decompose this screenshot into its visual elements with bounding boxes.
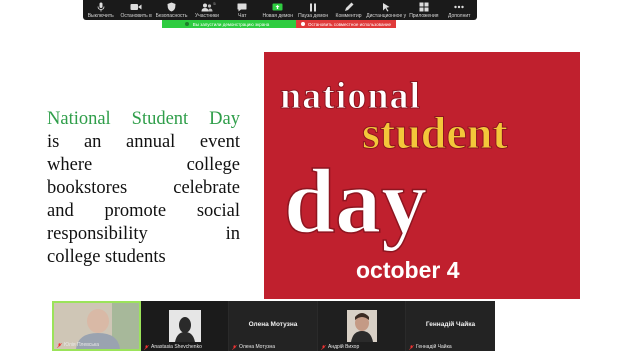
remote-control-button[interactable]: Дистанционное у xyxy=(366,0,406,20)
participant-tile[interactable]: Anastasia Shevchenko xyxy=(141,301,229,351)
stop-share-label: Остановить совместное использование xyxy=(307,21,392,27)
participant-tile[interactable]: Олена Мотузна Олена Мотузна xyxy=(229,301,318,351)
chat-button[interactable]: Чат xyxy=(225,0,260,20)
zoom-screen-share: Выключить Остановить в Безопасность 5 Уч… xyxy=(0,0,624,351)
mic-muted-icon xyxy=(409,344,414,350)
mute-label: Выключить xyxy=(87,13,114,19)
participant-name-text: Юлія Плевська xyxy=(64,342,100,348)
participants-button[interactable]: 5 Участники xyxy=(189,0,224,20)
participant-name: Геннадій Чайка xyxy=(409,344,452,350)
new-share-button[interactable]: Новая демон xyxy=(260,0,295,20)
poster-artwork: national student day october 4 xyxy=(280,75,509,284)
participant-tile[interactable]: Андрій Вихор xyxy=(318,301,406,351)
participant-strip: Юлія Плевська Anastasia Shevchenko Олена… xyxy=(52,301,495,351)
slide-line-3: where college xyxy=(47,155,240,175)
participant-name: Олена Мотузна xyxy=(232,344,275,350)
slide-description: National Student Day is an annual event … xyxy=(47,108,240,269)
new-share-label: Новая демон xyxy=(262,13,293,19)
apps-button[interactable]: Приложения xyxy=(406,0,441,20)
apps-icon xyxy=(417,2,431,12)
microphone-icon xyxy=(94,2,108,12)
participant-display-name: Геннадій Чайка xyxy=(425,321,476,328)
share-screen-icon xyxy=(271,2,285,12)
poster-date: october 4 xyxy=(356,257,460,283)
stop-video-label: Остановить в xyxy=(120,13,152,19)
participant-name-text: Anastasia Shevchenko xyxy=(151,344,202,350)
apps-label: Приложения xyxy=(409,13,439,19)
stop-icon xyxy=(300,22,305,26)
stop-video-button[interactable]: Остановить в xyxy=(118,0,153,20)
participant-name-text: Геннадій Чайка xyxy=(416,344,452,350)
slide-line-1: National Student Day xyxy=(47,109,240,129)
share-status: Вы запустили демонстрацию экрана xyxy=(162,20,292,28)
participant-tile[interactable]: Юлія Плевська xyxy=(52,301,141,351)
more-label: Дополнит xyxy=(448,13,471,19)
participant-name: Андрій Вихор xyxy=(321,344,359,350)
slide-line-4: bookstores celebrate xyxy=(47,178,240,198)
participants-label: Участники xyxy=(194,13,219,19)
meeting-toolbar: Выключить Остановить в Безопасность 5 Уч… xyxy=(83,0,477,20)
slide-line-2: is an annual event xyxy=(47,132,240,152)
participants-count: 5 xyxy=(213,1,216,6)
chat-icon xyxy=(235,2,249,12)
participant-name: Юлія Плевська xyxy=(57,342,99,348)
national-student-day-poster: national student day october 4 xyxy=(264,52,580,299)
mic-muted-icon xyxy=(57,342,62,348)
chat-label: Чат xyxy=(238,13,247,19)
participant-name-text: Андрій Вихор xyxy=(328,344,360,350)
remote-control-icon xyxy=(379,2,393,12)
participant-display-name: Олена Мотузна xyxy=(248,321,298,328)
mic-muted-icon xyxy=(321,344,326,350)
remote-control-label: Дистанционное у xyxy=(366,13,407,19)
participant-name-text: Олена Мотузна xyxy=(239,344,276,350)
mic-muted-icon xyxy=(144,344,149,350)
security-button[interactable]: Безопасность xyxy=(154,0,189,20)
pause-share-button[interactable]: Пауза демон xyxy=(295,0,330,20)
more-button[interactable]: Дополнит xyxy=(442,0,477,20)
share-status-icon xyxy=(184,22,189,26)
slide-line-6: responsibility in xyxy=(47,224,240,244)
pause-share-label: Пауза демон xyxy=(298,13,329,19)
poster-word-day: day xyxy=(284,150,427,252)
shield-icon xyxy=(165,2,179,12)
participant-tile[interactable]: Геннадій Чайка Геннадій Чайка xyxy=(406,301,495,351)
slide-line-7: college students xyxy=(47,247,166,267)
share-status-text: Вы запустили демонстрацию экрана xyxy=(192,21,270,27)
annotate-button[interactable]: Комментир xyxy=(331,0,366,20)
more-icon xyxy=(452,2,466,12)
annotate-icon xyxy=(342,2,356,12)
security-label: Безопасность xyxy=(155,13,188,19)
annotate-label: Комментир xyxy=(335,13,362,19)
video-camera-icon xyxy=(129,2,143,12)
pause-icon xyxy=(306,2,320,12)
share-banner: Вы запустили демонстрацию экрана Останов… xyxy=(162,20,396,28)
stop-share-button[interactable]: Остановить совместное использование xyxy=(296,20,396,28)
participant-name: Anastasia Shevchenko xyxy=(144,344,202,350)
participants-icon xyxy=(200,2,214,12)
mute-button[interactable]: Выключить xyxy=(83,0,118,20)
slide-line-5: and promote social xyxy=(47,201,240,221)
mic-muted-icon xyxy=(232,344,237,350)
